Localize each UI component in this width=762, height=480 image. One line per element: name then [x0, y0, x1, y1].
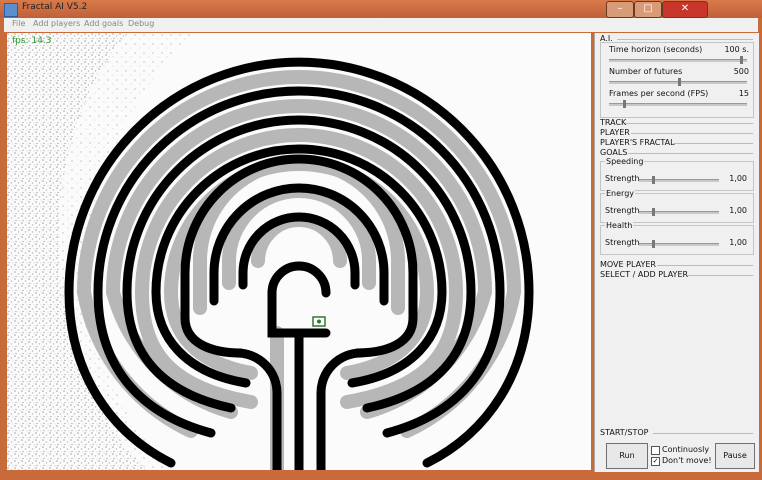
- menu-file[interactable]: File: [12, 19, 25, 28]
- goal-speeding-name: Speeding: [605, 157, 645, 166]
- slider-thumb[interactable]: [652, 208, 655, 216]
- futures-value: 500: [733, 67, 749, 76]
- slider-thumb[interactable]: [652, 176, 655, 184]
- divider: [657, 265, 753, 266]
- fps-readout: fps: 14.3: [12, 36, 52, 46]
- time-horizon-value: 100 s.: [724, 45, 749, 54]
- continuously-label: Continuosly: [662, 445, 710, 454]
- fps-label: Frames per second (FPS): [609, 89, 709, 98]
- start-stop-heading: START/STOP: [600, 428, 649, 437]
- maximize-button[interactable]: □: [634, 1, 662, 18]
- goal-speeding-strength-label: Strength: [605, 174, 640, 183]
- divider: [673, 143, 753, 144]
- menu-debug[interactable]: Debug: [128, 19, 154, 28]
- labyrinth-track: [7, 33, 534, 470]
- track-section-heading[interactable]: TRACK: [600, 118, 626, 127]
- window-bottom-edge: [0, 472, 762, 480]
- slider-thumb[interactable]: [623, 100, 626, 108]
- close-button[interactable]: ✕: [662, 1, 708, 18]
- menu-bar: File Add players Add goals Debug: [4, 18, 758, 32]
- fps-value: 15: [738, 89, 749, 98]
- time-horizon-slider[interactable]: [609, 56, 747, 64]
- futures-slider[interactable]: [609, 78, 747, 86]
- minimize-icon: –: [617, 3, 623, 14]
- window-title: Fractal AI V5.2: [22, 2, 88, 12]
- divider: [628, 153, 753, 154]
- goal-health-strength-label: Strength: [605, 238, 640, 247]
- goal-energy-name: Energy: [605, 189, 636, 198]
- fps-slider[interactable]: [609, 100, 747, 108]
- simulation-canvas[interactable]: fps: 14.3: [7, 33, 591, 470]
- goal-energy-strength-label: Strength: [605, 206, 640, 215]
- goal-health-value: 1,00: [729, 238, 747, 247]
- goal-energy-value: 1,00: [729, 206, 747, 215]
- title-bar: Fractal AI V5.2 – □ ✕: [0, 0, 762, 18]
- dont-move-label: Don't move!: [662, 456, 712, 465]
- menu-add-players[interactable]: Add players: [33, 19, 80, 28]
- dont-move-checkbox[interactable]: ✓: [651, 457, 660, 466]
- divider: [653, 433, 753, 434]
- player-section-heading[interactable]: PLAYER: [600, 128, 630, 137]
- goal-health-name: Health: [605, 221, 634, 230]
- divider: [687, 275, 753, 276]
- goal-speeding-value: 1,00: [729, 174, 747, 183]
- maximize-icon: □: [643, 3, 653, 14]
- minimize-button[interactable]: –: [606, 1, 634, 18]
- slider-thumb[interactable]: [678, 78, 681, 86]
- pause-button[interactable]: Pause: [715, 443, 755, 469]
- menu-add-goals[interactable]: Add goals: [84, 19, 123, 28]
- continuously-checkbox[interactable]: [651, 446, 660, 455]
- goals-section-heading[interactable]: GOALS: [600, 148, 627, 157]
- divider: [631, 133, 753, 134]
- control-panel: A.I. Time horizon (seconds) 100 s. Numbe…: [594, 33, 759, 473]
- futures-label: Number of futures: [609, 67, 683, 76]
- divider: [625, 123, 753, 124]
- player-dot: [317, 319, 321, 324]
- divider: [617, 39, 753, 40]
- time-horizon-label: Time horizon (seconds): [609, 45, 703, 54]
- select-add-player-section-heading[interactable]: SELECT / ADD PLAYER: [600, 270, 688, 279]
- run-button[interactable]: Run: [606, 443, 648, 469]
- players-fractal-section-heading[interactable]: PLAYER'S FRACTAL: [600, 138, 675, 147]
- check-icon: ✓: [652, 457, 659, 465]
- move-player-section-heading[interactable]: MOVE PLAYER: [600, 260, 656, 269]
- slider-thumb[interactable]: [740, 56, 743, 64]
- close-icon: ✕: [680, 3, 690, 14]
- slider-thumb[interactable]: [652, 240, 655, 248]
- app-icon: [4, 3, 18, 17]
